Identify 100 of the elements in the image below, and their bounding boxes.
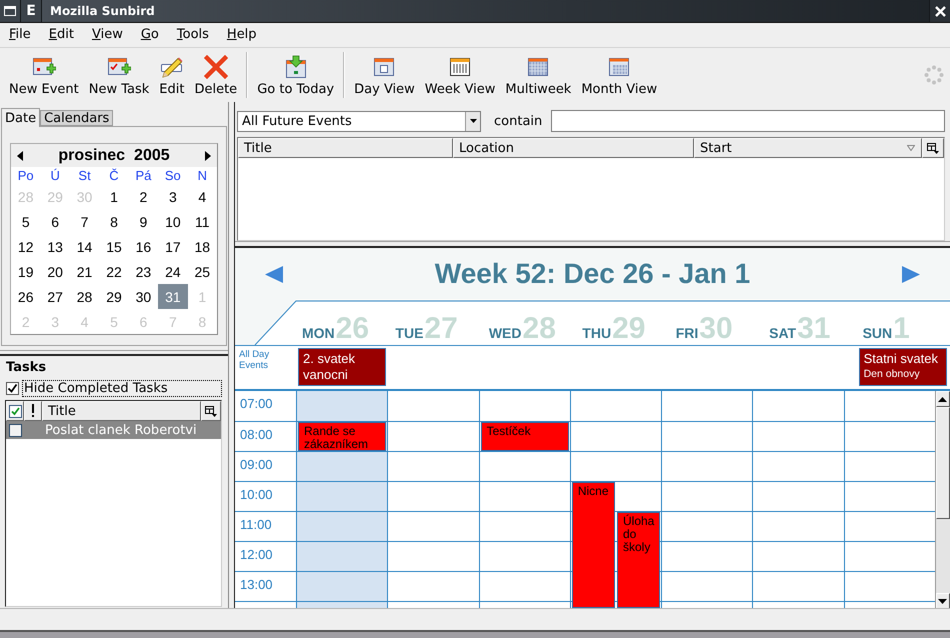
- menu-item[interactable]: Go: [134, 26, 166, 44]
- pane-splitter[interactable]: [0, 350, 228, 356]
- toolbar-button[interactable]: Month View: [578, 52, 660, 98]
- calendar-day[interactable]: 12: [11, 234, 40, 259]
- weekday-name: SUN: [862, 325, 892, 341]
- filter-dropdown[interactable]: All Future Events: [237, 110, 481, 132]
- calendar-day[interactable]: 27: [40, 284, 70, 309]
- calendar-day[interactable]: 9: [128, 209, 158, 234]
- menu-item[interactable]: Help: [220, 26, 264, 44]
- day-column[interactable]: Rande se zákazníkem: [296, 391, 388, 608]
- calendar-day[interactable]: 30: [128, 284, 158, 309]
- column-picker-button[interactable]: [922, 138, 944, 158]
- day-number: 31: [797, 312, 830, 346]
- day-column[interactable]: Nicne Úloha do školy: [570, 391, 662, 608]
- calendar-day[interactable]: 22: [99, 259, 129, 284]
- calendar-day[interactable]: 29: [99, 284, 129, 309]
- window-letter-button[interactable]: E: [21, 0, 42, 22]
- column-header[interactable]: Title: [42, 401, 201, 421]
- calendar-day[interactable]: 16: [128, 234, 158, 259]
- task-checkbox[interactable]: [9, 424, 22, 436]
- calendar-day[interactable]: 5: [11, 209, 40, 234]
- calendar-day[interactable]: 24: [158, 259, 188, 284]
- calendar-day[interactable]: 25: [188, 259, 217, 284]
- toolbar-button[interactable]: Week View: [422, 52, 498, 98]
- pane-splitter[interactable]: [228, 102, 235, 608]
- calendar-day[interactable]: 1: [99, 184, 129, 209]
- day-column[interactable]: [661, 391, 752, 608]
- time-label: 13:00: [239, 576, 273, 592]
- previous-week-button[interactable]: [265, 266, 283, 282]
- checkbox[interactable]: [6, 382, 19, 394]
- calendar-day[interactable]: 14: [70, 234, 100, 259]
- calendar-day[interactable]: 31: [158, 284, 188, 309]
- calendar-event[interactable]: Rande se zákazníkem: [298, 422, 386, 451]
- calendar-day[interactable]: 3: [158, 184, 188, 209]
- calendar-day[interactable]: 4: [188, 184, 217, 209]
- column-header[interactable]: Location: [453, 138, 694, 158]
- calendar-day[interactable]: 19: [11, 259, 40, 284]
- toolbar-button[interactable]: Delete: [191, 52, 240, 98]
- column-picker-button[interactable]: [201, 401, 221, 421]
- menu-item[interactable]: Edit: [42, 26, 81, 44]
- weekday-label: Č: [108, 167, 120, 184]
- calendar-day[interactable]: 21: [70, 259, 100, 284]
- calendar-day[interactable]: 6: [40, 209, 70, 234]
- column-header[interactable]: Title: [238, 138, 453, 158]
- tab[interactable]: Date: [1, 108, 40, 127]
- tab[interactable]: Calendars: [40, 110, 114, 126]
- calendar-event[interactable]: Testíček: [480, 422, 569, 451]
- next-week-button[interactable]: [902, 266, 920, 282]
- window-menu-button[interactable]: [0, 0, 21, 22]
- column-header[interactable]: Start: [694, 138, 922, 158]
- calendar-day[interactable]: 8: [99, 209, 129, 234]
- search-field[interactable]: [551, 110, 945, 132]
- calendar-day[interactable]: 18: [188, 234, 217, 259]
- calendar-day[interactable]: 23: [128, 259, 158, 284]
- menu-item[interactable]: File: [2, 26, 38, 44]
- toolbar-button[interactable]: Multiweek: [502, 52, 574, 98]
- calendar-day[interactable]: 17: [158, 234, 188, 259]
- day-column[interactable]: [387, 391, 479, 608]
- checkbox-label[interactable]: Hide Completed Tasks: [22, 380, 222, 396]
- previous-month-button[interactable]: [15, 148, 25, 162]
- calendar-event[interactable]: Nicne: [572, 482, 615, 608]
- completed-column-header[interactable]: [6, 401, 24, 421]
- time-label: 11:00: [239, 516, 272, 532]
- toolbar-button[interactable]: New Event: [6, 52, 82, 98]
- close-button[interactable]: [929, 0, 950, 22]
- scroll-up-button[interactable]: [936, 391, 950, 407]
- calendar-event[interactable]: Úloha do školy: [616, 512, 660, 608]
- calendar-day[interactable]: 28: [70, 284, 100, 309]
- left-triangle-icon: [17, 150, 23, 160]
- day-column[interactable]: [752, 391, 844, 608]
- scrollbar-thumb[interactable]: [936, 407, 950, 519]
- window-icon: [4, 6, 16, 16]
- calendar-day[interactable]: 7: [70, 209, 100, 234]
- scrollbar[interactable]: [934, 391, 950, 608]
- right-triangle-icon: [902, 266, 920, 282]
- all-day-event[interactable]: Statni svatek Den obnovy: [858, 348, 947, 386]
- calendar-day[interactable]: 13: [40, 234, 70, 259]
- toolbar-button[interactable]: Day View: [351, 52, 418, 98]
- calendar-day[interactable]: 2: [128, 184, 158, 209]
- priority-column-header[interactable]: [24, 401, 42, 421]
- calendar-day[interactable]: 26: [11, 284, 40, 309]
- menu-item[interactable]: Tools: [170, 26, 216, 44]
- next-month-button[interactable]: [203, 148, 213, 162]
- calendar-day[interactable]: 15: [99, 234, 129, 259]
- calendar-day[interactable]: 11: [188, 209, 217, 234]
- menu-item[interactable]: View: [84, 26, 130, 44]
- weekday-name: FRI: [676, 325, 698, 341]
- toolbar-button[interactable]: Go to Today: [254, 52, 338, 98]
- toolbar-button[interactable]: Edit: [156, 52, 188, 98]
- weekday-label: So: [164, 167, 182, 184]
- filter-label: contain: [494, 114, 542, 128]
- calendar-day[interactable]: 10: [158, 209, 188, 234]
- time-label: 10:00: [239, 486, 273, 502]
- scroll-down-button[interactable]: [936, 593, 950, 608]
- toolbar-button[interactable]: New Task: [86, 52, 152, 98]
- calendar-day[interactable]: 20: [40, 259, 70, 284]
- day-column[interactable]: [844, 391, 935, 608]
- all-day-event[interactable]: 2. svatek vanocni: [298, 348, 386, 386]
- task-row[interactable]: Poslat clanek Roberotvi: [6, 421, 221, 439]
- day-column[interactable]: Testíček: [478, 391, 570, 608]
